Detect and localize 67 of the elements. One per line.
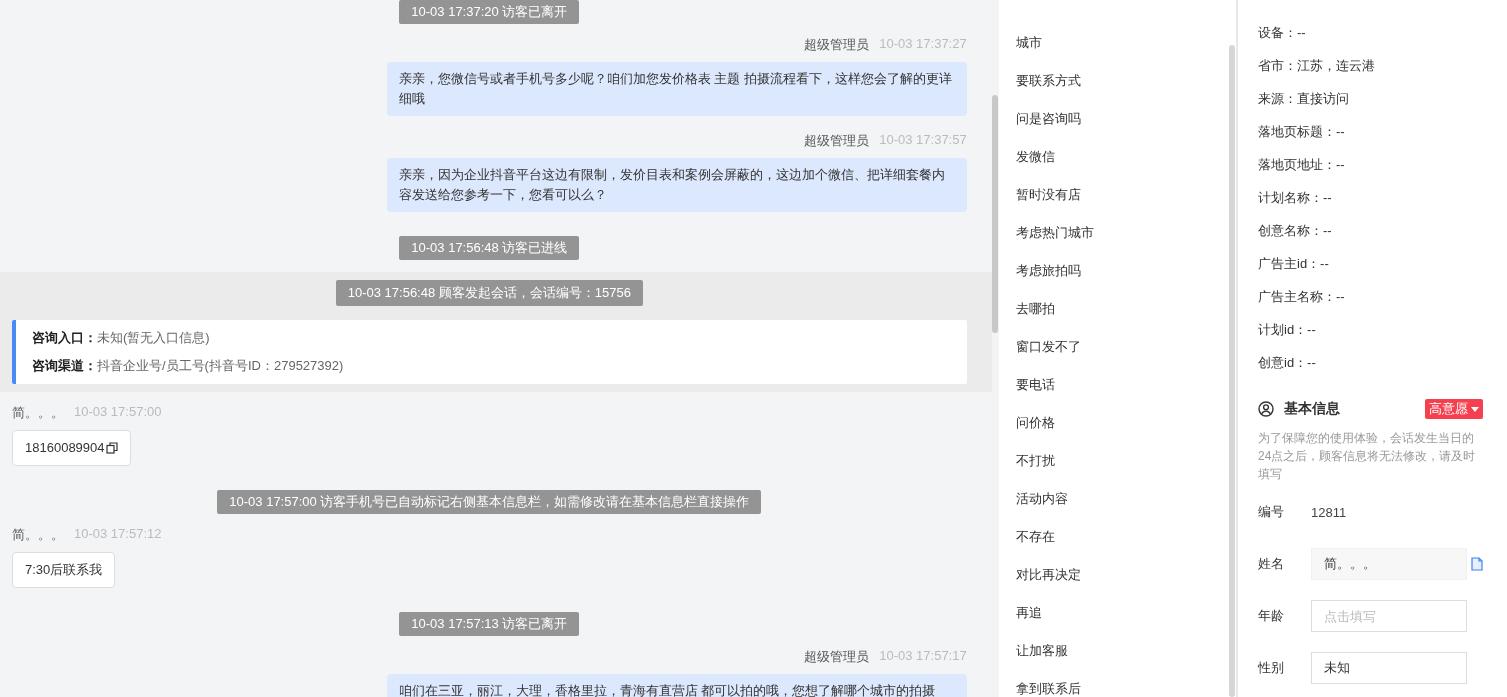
input-field[interactable]: 点击填写	[1311, 600, 1467, 632]
sender-name: 超级管理员	[804, 132, 870, 150]
scrollbar-thumb[interactable]	[991, 95, 998, 333]
quick-reply-item[interactable]: 要联系方式	[1015, 62, 1229, 100]
message-time: 10-03 17:57:12	[74, 526, 162, 543]
field-label: 性别	[1258, 659, 1285, 677]
copy-icon[interactable]	[105, 442, 118, 454]
entry-text: 咨询渠道：抖音企业号/员工号(抖音号ID：279527392)	[32, 357, 345, 375]
quick-reply-item[interactable]: 让加客服	[1015, 632, 1229, 670]
info-text: 广告主名称：--	[1258, 288, 1346, 306]
field-label: 编号	[1258, 503, 1285, 521]
info-text: 计划名称：--	[1258, 189, 1333, 207]
system-notice: 10-03 17:56:48 顾客发起会话，会话编号：15756	[335, 280, 643, 306]
info-text: 落地页标题：--	[1258, 123, 1346, 141]
message-bubble: 亲亲，因为企业抖音平台这边有限制，发价目表和案例会屏蔽的，这边加个微信、把详细套餐内容发送给您参考一下，您看可以么？	[386, 158, 967, 212]
info-text: 广告主id：--	[1258, 255, 1330, 273]
quick-reply-item[interactable]: 去哪拍	[1015, 290, 1229, 328]
message-bubble: 7:30后联系我	[12, 552, 116, 588]
hint-text: 为了保障您的使用体验，会话发生当日的24点之后，顾客信息将无法修改，请及时填写	[1258, 430, 1477, 483]
input-field[interactable]: 简。。。	[1311, 548, 1467, 580]
message-time: 10-03 17:57:00	[74, 404, 162, 421]
input-field[interactable]: 未知	[1311, 652, 1467, 684]
quick-reply-item[interactable]: 不存在	[1015, 518, 1229, 556]
system-notice: 10-03 17:37:20 访客已离开	[399, 0, 580, 24]
field-label: 姓名	[1258, 555, 1285, 573]
quick-reply-item[interactable]: 要电话	[1015, 366, 1229, 404]
info-text: 创意id：--	[1258, 354, 1317, 372]
user-icon	[1258, 401, 1274, 417]
info-text: 来源：直接访问	[1258, 90, 1350, 108]
quick-reply-item[interactable]: 窗口发不了	[1015, 328, 1229, 366]
message-time: 10-03 17:37:27	[879, 36, 967, 53]
info-text: 设备：--	[1258, 24, 1307, 42]
quick-reply-item[interactable]: 暂时没有店	[1015, 176, 1229, 214]
quick-reply-item[interactable]: 问价格	[1015, 404, 1229, 442]
quick-reply-item[interactable]: 对比再决定	[1015, 556, 1229, 594]
field-value: 12811	[1311, 504, 1347, 520]
caret-icon	[1471, 406, 1479, 412]
message-bubble: 亲亲，您微信号或者手机号多少呢？咱们加您发价格表 主题 拍摄流程看下，这样您会了解的更详细哦	[386, 62, 967, 116]
system-notice: 10-03 17:57:00 访客手机号已自动标记右侧基本信息栏，如需修改请在基本信息栏直接操作	[217, 490, 762, 514]
message-time: 10-03 17:37:57	[879, 132, 967, 149]
message-bubble: 咱们在三亚，丽江，大理，香格里拉，青海有直营店 都可以拍的哦，您想了解哪个城市的拍摄	[386, 674, 967, 697]
quick-reply-item[interactable]: 考虑热门城市	[1015, 214, 1229, 252]
message-time: 10-03 17:57:17	[879, 648, 967, 665]
info-text: 计划id：--	[1258, 321, 1317, 339]
quick-reply-item[interactable]: 再追	[1015, 594, 1229, 632]
info-text: 省市：江苏，连云港	[1258, 57, 1376, 75]
info-text: 落地页地址：--	[1258, 156, 1346, 174]
quick-reply-item[interactable]: 活动内容	[1015, 480, 1229, 518]
sender-name: 超级管理员	[804, 648, 870, 666]
quick-reply-item[interactable]: 拿到联系后	[1015, 670, 1229, 697]
system-notice: 10-03 17:56:48 访客已进线	[399, 236, 580, 260]
system-notice: 10-03 17:57:13 访客已离开	[399, 612, 580, 636]
message-bubble: 18160089904	[12, 430, 131, 466]
sender-name: 超级管理员	[804, 36, 870, 54]
intent-dropdown[interactable]: 高意愿	[1425, 399, 1483, 419]
sender-name: 简。。。	[12, 404, 64, 422]
field-label: 年龄	[1258, 607, 1285, 625]
quick-reply-item[interactable]: 不打扰	[1015, 442, 1229, 480]
entry-text: 咨询入口：未知(暂无入口信息)	[32, 329, 211, 347]
quick-reply-item[interactable]: 考虑旅拍吗	[1015, 252, 1229, 290]
info-text: 创意名称：--	[1258, 222, 1333, 240]
sender-name: 简。。。	[12, 526, 64, 544]
quick-reply-item[interactable]: 城市	[1015, 24, 1229, 62]
quick-reply-item[interactable]: 发微信	[1015, 138, 1229, 176]
scrollbar-thumb[interactable]	[1229, 45, 1235, 697]
section-title: 基本信息	[1284, 400, 1341, 418]
quick-reply-item[interactable]: 问是咨询吗	[1015, 100, 1229, 138]
